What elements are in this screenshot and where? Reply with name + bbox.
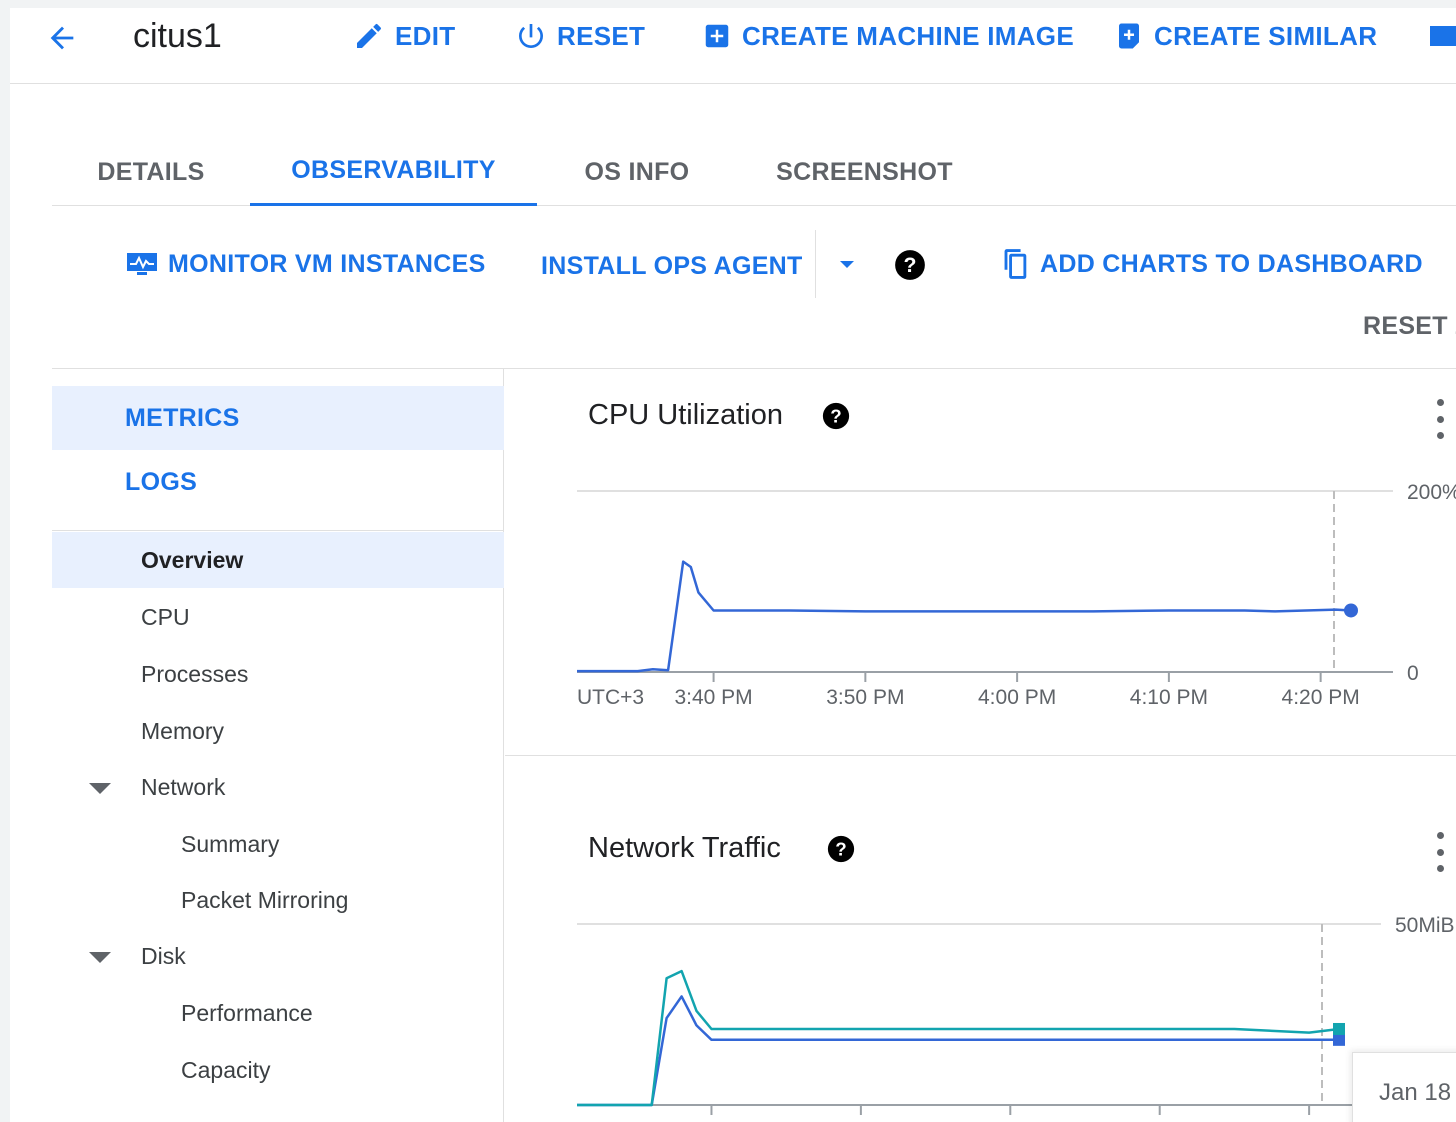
nav-item-disk-capacity[interactable]: Capacity [52, 1042, 504, 1098]
tab-details[interactable]: DETAILS [52, 138, 250, 206]
nav-item-disk[interactable]: Disk [52, 928, 504, 984]
add-document-icon [1119, 23, 1139, 49]
reset-zoom-button[interactable]: RESET Z [1363, 312, 1456, 341]
series-end-marker [1344, 603, 1358, 618]
nav-item-cpu[interactable]: CPU [52, 589, 504, 645]
cpu-utilization-chart[interactable]: 200% 0 UTC+3 3:40 PM 3:50 PM 4:00 PM 4:10 PM 4:… [505, 369, 1456, 755]
nav-item-disk-performance[interactable]: Performance [52, 985, 504, 1041]
help-icon: ? [895, 250, 925, 280]
nav-item-network[interactable]: Network [52, 759, 504, 815]
x-tick-label: 4:10 PM [1130, 686, 1208, 709]
nav-item-packet-mirroring[interactable]: Packet Mirroring [52, 872, 504, 928]
network-traffic-card: Network Traffic ? 50MiBUTC+33:40 PM3:50 … [505, 756, 1456, 1122]
arrow-drop-down-icon [840, 261, 854, 268]
tab-screenshot[interactable]: SCREENSHOT [737, 138, 992, 206]
date-chip: Jan 18 [1352, 1052, 1456, 1122]
create-machine-image-button[interactable]: CREATE MACHINE IMAGE [702, 16, 1074, 56]
series-line [577, 995, 1339, 1107]
left-nav: METRICS LOGS Overview CPU Processes Memo… [52, 369, 504, 1122]
tab-observability[interactable]: OBSERVABILITY [250, 138, 537, 206]
nav-item-processes[interactable]: Processes [52, 646, 504, 702]
x-tick-label: 3:50 PM [826, 686, 904, 709]
series-line [577, 969, 1340, 1107]
network-traffic-chart[interactable]: 50MiBUTC+33:40 PM3:50 PM4:00 PM4:10 PM4:… [505, 756, 1456, 1122]
x-tick-label: 4:00 PM [978, 686, 1056, 709]
create-similar-button[interactable]: CREATE SIMILAR [1114, 16, 1377, 56]
back-button[interactable] [40, 16, 84, 60]
create-similar-label: CREATE SIMILAR [1154, 20, 1378, 51]
add-box-icon [705, 24, 729, 48]
page: citus1 EDIT RESET CREATE MACHINE IMAGE C… [10, 8, 1456, 1122]
tab-os-info[interactable]: OS INFO [537, 138, 737, 206]
nav-logs[interactable]: LOGS [52, 450, 504, 514]
nav-item-overview[interactable]: Overview [52, 532, 504, 588]
add-charts-label: ADD CHARTS TO DASHBOARD [1040, 249, 1423, 278]
nav-item-label: Disk [141, 942, 186, 969]
nav-item-label: Memory [141, 717, 225, 744]
nav-item-label: Capacity [181, 1056, 271, 1083]
vm-header: citus1 EDIT RESET CREATE MACHINE IMAGE C… [10, 8, 1456, 84]
nav-item-label: Overview [141, 546, 244, 573]
series-end-marker [1333, 1022, 1345, 1035]
overflow-action-icon[interactable] [1430, 26, 1456, 46]
copy-icon [1004, 249, 1027, 279]
x-tick-label: 3:40 PM [674, 686, 752, 709]
y-tick-label: 0 [1407, 662, 1419, 685]
edit-button[interactable]: EDIT [353, 16, 455, 56]
help-button[interactable]: ? [893, 248, 927, 282]
monitor-label: MONITOR VM INSTANCES [168, 249, 486, 278]
tab-bar: DETAILS OBSERVABILITY OS INFO SCREENSHOT [52, 138, 1456, 206]
caret-down-icon[interactable] [89, 783, 111, 794]
nav-item-label: Summary [181, 830, 280, 857]
nav-item-memory[interactable]: Memory [52, 703, 504, 759]
nav-divider [52, 530, 504, 531]
x-tick-label: 4:20 PM [1282, 686, 1360, 709]
series-end-marker [1333, 1033, 1345, 1046]
install-ops-agent-label: INSTALL OPS AGENT [541, 251, 803, 280]
cpu-utilization-card: CPU Utilization ? 200% 0 UTC+3 3:40 PM 3:50 … [505, 369, 1456, 755]
install-ops-agent-dropdown[interactable] [832, 250, 862, 280]
nav-item-label: Packet Mirroring [181, 886, 349, 913]
arrow-back-icon [50, 26, 74, 50]
add-charts-to-dashboard-button[interactable]: ADD CHARTS TO DASHBOARD [1002, 244, 1423, 284]
page-title: citus1 [133, 17, 222, 55]
toolbar-divider [815, 230, 816, 298]
power-icon [519, 24, 543, 48]
series-line [577, 560, 1352, 673]
nav-item-network-summary[interactable]: Summary [52, 816, 504, 872]
nav-item-label: Network [141, 773, 226, 800]
install-ops-agent-button[interactable]: INSTALL OPS AGENT [541, 246, 803, 286]
caret-down-icon[interactable] [89, 952, 111, 963]
reset-button[interactable]: RESET [515, 16, 645, 56]
nav-item-label: Processes [141, 660, 249, 687]
nav-item-label: CPU [141, 603, 190, 630]
reset-label: RESET [557, 20, 646, 51]
monitor-vm-instances-button[interactable]: MONITOR VM INSTANCES [126, 244, 486, 284]
y-tick-label: 200% [1407, 481, 1456, 504]
nav-item-label: Performance [181, 999, 313, 1026]
edit-label: EDIT [395, 20, 456, 51]
svg-text:?: ? [904, 253, 917, 277]
pencil-icon [357, 23, 382, 48]
create-machine-image-label: CREATE MACHINE IMAGE [742, 20, 1074, 51]
nav-metrics[interactable]: METRICS [52, 386, 504, 450]
timezone-label: UTC+3 [577, 686, 644, 709]
monitor-icon [127, 253, 157, 275]
y-tick-label: 50MiB [1395, 914, 1455, 937]
